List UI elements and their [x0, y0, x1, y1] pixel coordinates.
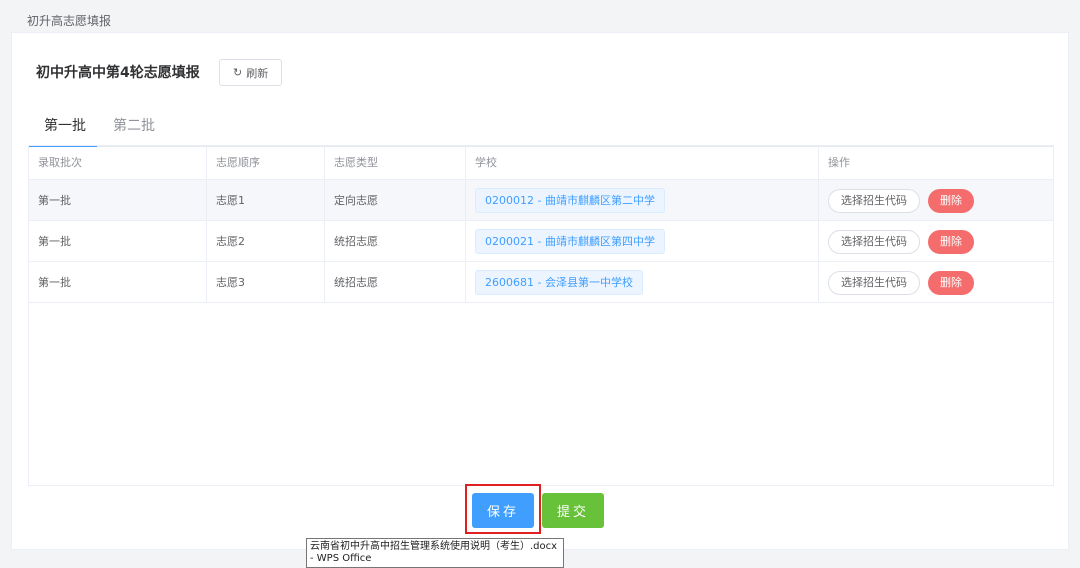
submit-button[interactable]: 提交 — [542, 493, 604, 528]
page-title: 初中升高中第4轮志愿填报 — [36, 65, 200, 81]
cell-order: 志愿2 — [207, 221, 325, 262]
cell-batch: 第一批 — [29, 180, 207, 221]
cell-actions: 选择招生代码 删除 — [819, 180, 1055, 221]
column-header-type: 志愿类型 — [325, 146, 466, 180]
column-header-school: 学校 — [466, 146, 819, 180]
select-code-button[interactable]: 选择招生代码 — [828, 229, 920, 254]
batch-tabs: 第一批 第二批 — [28, 105, 1054, 147]
cell-type: 统招志愿 — [325, 262, 466, 303]
cell-school: 2600681 - 会泽县第一中学校 — [466, 262, 819, 303]
refresh-label: 刷新 — [246, 66, 269, 80]
save-button[interactable]: 保存 — [472, 493, 534, 528]
card-header: 初中升高中第4轮志愿填报 ↻ 刷新 — [12, 33, 1068, 105]
refresh-icon: ↻ — [233, 66, 243, 79]
taskbar-tooltip: 云南省初中升高中招生管理系统使用说明（考生）.docx - WPS Office — [306, 538, 564, 568]
column-header-order: 志愿顺序 — [207, 146, 325, 180]
cell-batch: 第一批 — [29, 221, 207, 262]
column-header-batch: 录取批次 — [29, 146, 207, 180]
table-header: 录取批次 志愿顺序 志愿类型 学校 操作 — [29, 146, 1053, 180]
cell-school: 0200021 - 曲靖市麒麟区第四中学 — [466, 221, 819, 262]
school-tag[interactable]: 0200012 - 曲靖市麒麟区第二中学 — [475, 188, 665, 213]
form-actions: 保存 提交 — [472, 493, 604, 528]
cell-actions: 选择招生代码 删除 — [819, 262, 1055, 303]
cell-order: 志愿1 — [207, 180, 325, 221]
main-card: 初中升高中第4轮志愿填报 ↻ 刷新 第一批 第二批 录取批次 志愿顺序 志愿类型… — [11, 32, 1069, 550]
table-row: 第一批 志愿3 统招志愿 2600681 - 会泽县第一中学校 选择招生代码 删… — [29, 262, 1053, 303]
delete-button[interactable]: 删除 — [928, 270, 974, 295]
school-tag[interactable]: 2600681 - 会泽县第一中学校 — [475, 270, 643, 295]
delete-button[interactable]: 删除 — [928, 188, 974, 213]
refresh-button[interactable]: ↻ 刷新 — [219, 59, 283, 86]
table-row: 第一批 志愿1 定向志愿 0200012 - 曲靖市麒麟区第二中学 选择招生代码… — [29, 180, 1053, 221]
delete-button[interactable]: 删除 — [928, 229, 974, 254]
cell-school: 0200012 - 曲靖市麒麟区第二中学 — [466, 180, 819, 221]
select-code-button[interactable]: 选择招生代码 — [828, 188, 920, 213]
tab-first-batch[interactable]: 第一批 — [44, 105, 86, 147]
breadcrumb: 初升高志愿填报 — [27, 14, 112, 28]
tab-second-batch[interactable]: 第二批 — [113, 105, 155, 147]
cell-type: 定向志愿 — [325, 180, 466, 221]
preference-table: 录取批次 志愿顺序 志愿类型 学校 操作 第一批 志愿1 定向志愿 020001… — [28, 145, 1054, 486]
cell-type: 统招志愿 — [325, 221, 466, 262]
select-code-button[interactable]: 选择招生代码 — [828, 270, 920, 295]
school-tag[interactable]: 0200021 - 曲靖市麒麟区第四中学 — [475, 229, 665, 254]
cell-batch: 第一批 — [29, 262, 207, 303]
table-row: 第一批 志愿2 统招志愿 0200021 - 曲靖市麒麟区第四中学 选择招生代码… — [29, 221, 1053, 262]
cell-order: 志愿3 — [207, 262, 325, 303]
tooltip-line-1: 云南省初中升高中招生管理系统使用说明（考生）.docx — [310, 541, 558, 552]
column-header-actions: 操作 — [828, 156, 850, 169]
tooltip-line-2: - WPS Office — [310, 553, 372, 564]
cell-actions: 选择招生代码 删除 — [819, 221, 1055, 262]
